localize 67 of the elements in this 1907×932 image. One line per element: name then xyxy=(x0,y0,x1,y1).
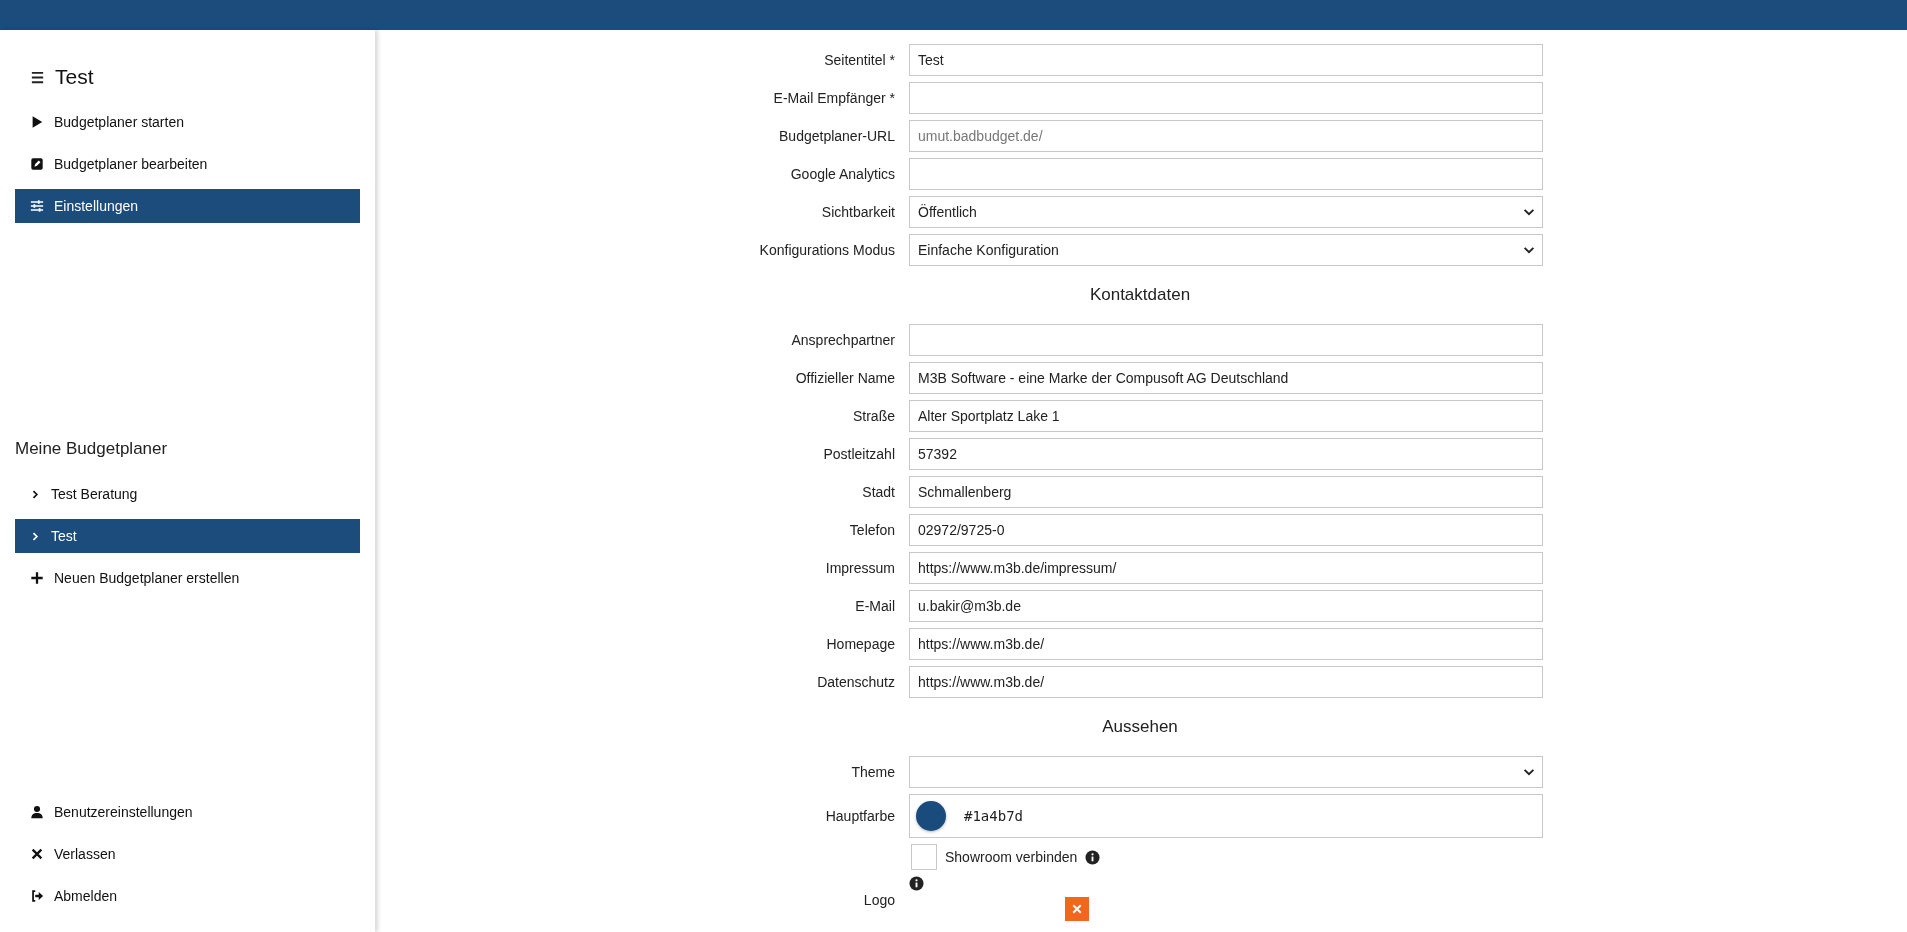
field-label: Ansprechpartner xyxy=(791,332,895,348)
text-field[interactable]: Schmallenberg xyxy=(909,476,1543,508)
text-field[interactable]: 57392 xyxy=(909,438,1543,470)
sidebar-item[interactable]: Budgetplaner starten xyxy=(15,105,360,139)
field-label: Datenschutz xyxy=(817,674,895,690)
text-field[interactable]: 02972/9725-0 xyxy=(909,514,1543,546)
menu-icon xyxy=(30,69,45,85)
field-label: Postleitzahl xyxy=(823,446,895,462)
field-label: Seitentitel * xyxy=(824,52,895,68)
field-label: Sichtbarkeit xyxy=(821,204,895,220)
remove-logo-button[interactable] xyxy=(1065,897,1089,921)
field-label: Konfigurations Modus xyxy=(759,242,895,258)
text-field[interactable]: Alter Sportplatz Lake 1 xyxy=(909,400,1543,432)
text-field[interactable] xyxy=(909,324,1543,356)
info-icon xyxy=(909,876,924,891)
sidebar-item[interactable]: Budgetplaner bearbeiten xyxy=(15,147,360,181)
field-label: Homepage xyxy=(826,636,895,652)
play-icon xyxy=(30,115,44,129)
plus-icon xyxy=(30,571,44,585)
sidebar-title: Test xyxy=(55,65,94,89)
text-field[interactable]: https://www.m3b.de/ xyxy=(909,666,1543,698)
field-label: Logo xyxy=(863,892,895,908)
text-field[interactable]: umut.badbudget.de/ xyxy=(909,120,1543,152)
field-label: E-Mail xyxy=(855,598,895,614)
field-label: Hauptfarbe xyxy=(825,808,895,824)
field-label: Budgetplaner-URL xyxy=(779,128,895,144)
text-field[interactable]: M3B Software - eine Marke der Compusoft AG Deutschland xyxy=(909,362,1543,394)
pencil-square-icon xyxy=(30,157,44,171)
color-field[interactable]: #1a4b7d xyxy=(909,794,1543,838)
sidebar-item[interactable]: Benutzereinstellungen xyxy=(15,795,360,829)
text-field[interactable]: Test xyxy=(909,44,1543,76)
sliders-icon xyxy=(30,199,44,213)
dropdown[interactable]: Öffentlich xyxy=(909,196,1543,228)
text-field[interactable]: u.bakir@m3b.de xyxy=(909,590,1543,622)
field-label: E-Mail Empfänger * xyxy=(773,90,895,106)
close-icon xyxy=(30,847,44,861)
sidebar-item[interactable]: Abmelden xyxy=(15,879,360,913)
user-icon xyxy=(30,805,44,819)
field-label: Straße xyxy=(853,408,895,424)
color-swatch[interactable] xyxy=(916,801,946,831)
sign-out-icon xyxy=(30,889,44,903)
field-label: Impressum xyxy=(825,560,895,576)
section-heading: Aussehen xyxy=(1101,716,1179,738)
chevron-right-icon xyxy=(30,530,41,542)
close-icon xyxy=(1071,903,1083,915)
field-label: Offizieller Name xyxy=(795,370,895,386)
field-label: Telefon xyxy=(849,522,895,538)
sidebar-item[interactable]: Test xyxy=(15,519,360,553)
chevron-right-icon xyxy=(30,488,41,500)
dropdown[interactable] xyxy=(909,756,1543,788)
info-icon xyxy=(1085,849,1101,865)
text-field[interactable] xyxy=(909,158,1543,190)
section-heading: Kontaktdaten xyxy=(1088,284,1192,306)
checkbox[interactable] xyxy=(911,844,937,870)
sidebar-item[interactable]: Neuen Budgetplaner erstellen xyxy=(15,561,360,595)
dropdown[interactable]: Einfache Konfiguration xyxy=(909,234,1543,266)
text-field[interactable]: https://www.m3b.de/ xyxy=(909,628,1543,660)
field-label: Google Analytics xyxy=(790,166,895,182)
checkbox-label: Showroom verbinden xyxy=(945,849,1078,865)
sidebar-item[interactable]: Test Beratung xyxy=(15,477,360,511)
section-heading: Meine Budgetplaner xyxy=(15,439,169,459)
sidebar-item[interactable]: Einstellungen xyxy=(15,189,360,223)
field-label: Theme xyxy=(851,764,895,780)
text-field[interactable]: https://www.m3b.de/impressum/ xyxy=(909,552,1543,584)
text-field[interactable] xyxy=(909,82,1543,114)
sidebar-item[interactable]: Verlassen xyxy=(15,837,360,871)
field-label: Stadt xyxy=(862,484,895,500)
